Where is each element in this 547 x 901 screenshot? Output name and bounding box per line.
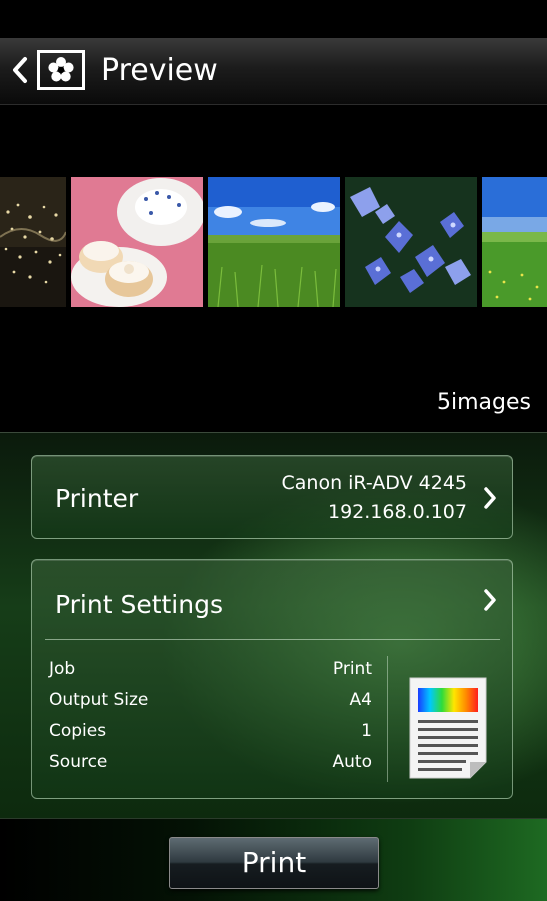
setting-key: Copies: [49, 721, 107, 741]
setting-value: Auto: [332, 752, 372, 772]
print-settings-title: Print Settings: [55, 590, 223, 619]
chevron-right-icon: [482, 486, 498, 510]
printer-ip: 192.168.0.107: [327, 501, 467, 523]
printer-card[interactable]: Printer Canon iR-ADV 4245 192.168.0.107: [31, 455, 513, 539]
print-settings-card[interactable]: Print Settings Job Print Output Size A4 …: [31, 559, 513, 799]
divider: [45, 639, 500, 640]
print-button[interactable]: Print: [169, 837, 379, 889]
chevron-left-icon[interactable]: [10, 55, 30, 85]
night-lights-thumbnail[interactable]: [0, 177, 66, 307]
printer-label: Printer: [55, 484, 139, 513]
setting-key: Source: [49, 752, 108, 772]
meadow-thumbnail[interactable]: [482, 177, 547, 307]
setting-key: Job: [49, 659, 76, 679]
status-bar: [0, 0, 547, 38]
flower-icon[interactable]: [37, 50, 85, 90]
bottom-bar: Print: [0, 818, 547, 901]
action-bar: Preview: [0, 38, 547, 105]
setting-row-source: Source Auto: [49, 750, 372, 774]
setting-value: Print: [332, 659, 372, 679]
blue-hydrangea-thumbnail[interactable]: [345, 177, 477, 307]
page-title: Preview: [101, 53, 218, 88]
vertical-divider: [387, 656, 388, 782]
printer-name: Canon iR-ADV 4245: [281, 472, 468, 494]
settings-panel: Printer Canon iR-ADV 4245 192.168.0.107 …: [0, 432, 547, 819]
green-field-thumbnail[interactable]: [208, 177, 340, 307]
document-preview-icon: [408, 676, 488, 790]
cupcakes-thumbnail[interactable]: [71, 177, 203, 307]
setting-row-copies: Copies 1: [49, 719, 372, 743]
setting-value: 1: [361, 721, 372, 741]
image-count: 5images: [437, 390, 531, 415]
setting-row-output-size: Output Size A4: [49, 688, 372, 712]
chevron-right-icon: [482, 588, 498, 612]
image-gallery[interactable]: 5images: [0, 105, 547, 432]
setting-value: A4: [349, 690, 372, 710]
setting-key: Output Size: [49, 690, 149, 710]
setting-row-job: Job Print: [49, 657, 372, 681]
